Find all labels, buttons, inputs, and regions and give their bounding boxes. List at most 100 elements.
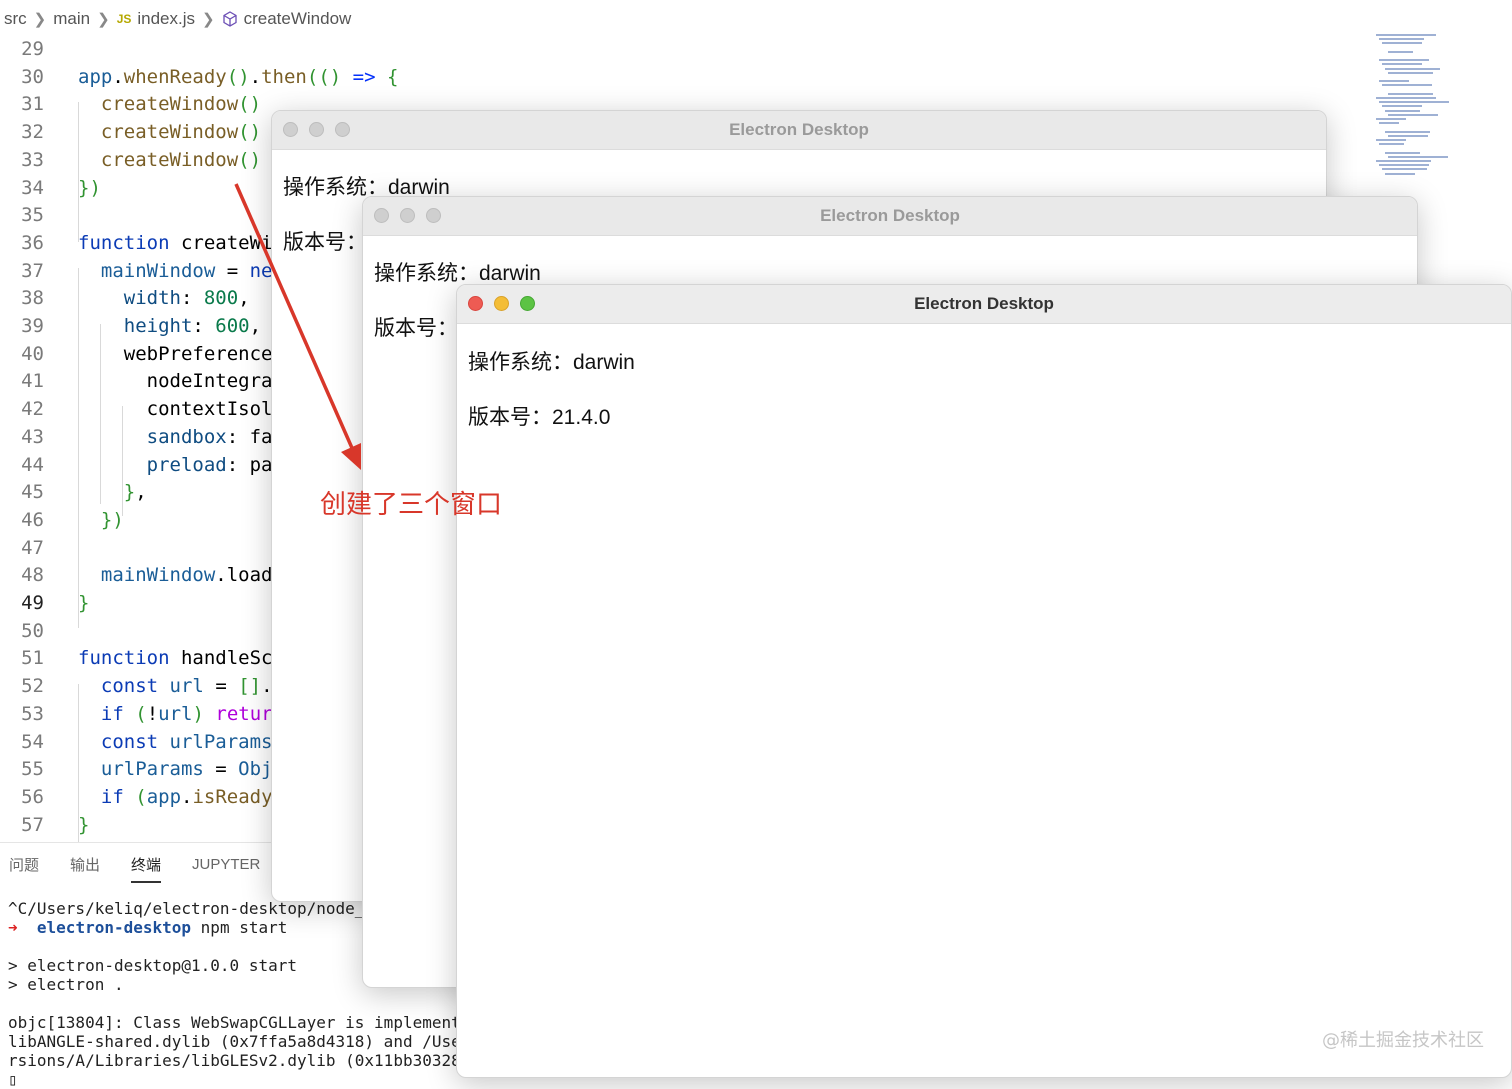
code-text: height: 600, [123,315,262,337]
minimap-line [1385,67,1440,70]
tab-problems[interactable]: 问题 [9,848,39,881]
code-text: if (app.isReady( [100,785,284,808]
minimap[interactable] [1376,34,1506,184]
line-number: 52 [21,675,44,698]
chevron-right-icon: ❯ [202,11,215,28]
minimap-line [1388,50,1413,53]
line-number: 38 [21,287,44,310]
line-number: 29 [21,38,44,60]
code-text: createWindow() [100,121,262,144]
minimap-line [1382,63,1422,66]
line-number: 39 [21,315,44,337]
chevron-right-icon: ❯ [33,11,47,28]
window-titlebar[interactable]: Electron Desktop [457,285,1511,324]
code-text: const url = [].c [100,675,284,698]
minimap-line [1382,42,1422,45]
line-number: 57 [21,813,44,836]
electron-window-3[interactable]: Electron Desktop 操作系统：darwin 版本号：21.4.0 [456,284,1512,1078]
terminal-line: libANGLE-shared.dylib (0x7ffa5a8d4318) a… [8,1032,481,1051]
code-text: } [78,592,90,614]
line-number: 34 [21,176,44,199]
code-text: sandbox: fal [146,425,284,448]
terminal-line: objc[13804]: Class WebSwapCGLLayer is im… [8,1013,481,1032]
window-title: Electron Desktop [914,294,1054,313]
window-titlebar[interactable]: Electron Desktop [363,197,1417,236]
minimap-line [1385,109,1420,112]
tab-terminal[interactable]: 终端 [131,848,162,883]
minimap-line [1385,130,1430,133]
tab-jupyter[interactable]: JUPYTER [192,850,260,879]
breadcrumb-symbol[interactable]: createWindow [244,9,352,29]
code-text: }, [123,481,147,504]
code-text: createWindow() [100,93,262,116]
line-number: 30 [21,65,44,88]
breadcrumb-file[interactable]: index.js [137,9,195,29]
minimap-line [1388,113,1438,116]
code-text: } [78,813,90,836]
line-number: 42 [21,398,44,421]
code-text: contextIsola [78,398,284,421]
minimap-line [1376,139,1406,141]
code-text: nodeIntegrat [78,370,284,393]
annotation-text: 创建了三个窗口 [320,490,503,520]
tab-output[interactable]: 输出 [70,848,100,881]
line-number: 56 [21,785,44,808]
prompt-directory: electron-desktop [36,918,192,937]
window-titlebar[interactable]: Electron Desktop [272,111,1326,150]
code-text: preload: pat [146,453,284,476]
window-title: Electron Desktop [820,206,960,225]
line-number: 51 [21,647,44,670]
code-text: if (!url) return [100,702,285,725]
code-text: function handleSch [78,647,284,670]
breadcrumb-main[interactable]: main [53,9,90,29]
terminal-cursor: ▯ [8,1070,18,1089]
window-title: Electron Desktop [729,120,869,139]
code-text: mainWindow = new [100,259,284,282]
code-text: width: 800, [123,287,250,310]
minimap-line [1385,172,1415,175]
terminal-line: > electron . [8,975,124,994]
os-label: 操作系统：darwin [468,351,635,374]
version-label: 版本号：21.4.0 [468,406,611,429]
line-number: 37 [21,259,44,282]
watermark: @稀土掘金技术社区 [1322,1030,1484,1051]
line-number: 48 [21,564,44,587]
minimap-line [1385,151,1420,154]
method-cube-icon [222,11,237,27]
code-text: mainWindow.loadF [100,564,284,587]
line-number: 53 [21,702,44,725]
minimap-line [1382,105,1422,108]
code-text: createWindow() [100,148,262,171]
line-number: 44 [21,453,44,476]
line-number: 49 [21,592,44,614]
minimap-line [1379,38,1424,41]
prompt-arrow-icon: ➜ [8,918,18,937]
breadcrumb: src ❯ main ❯ JS index.js ❯ createWindow [0,0,1512,38]
terminal-line: > electron-desktop@1.0.0 start [8,956,297,975]
minimap-line [1388,155,1448,158]
breadcrumb-src[interactable]: src [4,9,27,29]
indent-guide [78,102,79,242]
minimap-line [1379,164,1429,167]
code-text: }) [78,176,101,199]
line-number: 40 [21,342,44,365]
indent-guide [78,268,79,628]
line-number: 41 [21,370,44,393]
indent-guide [122,406,123,516]
indent-guide [100,324,101,504]
panel-tabs: 问题 输出 终端 JUPYTER [0,843,282,885]
minimap-line [1382,168,1427,171]
minimap-line [1379,143,1404,146]
code-text: urlParams = Obje [100,758,284,781]
line-number: 47 [21,536,44,559]
line-number: 50 [21,619,44,642]
line-number: 43 [21,425,44,448]
line-number: 33 [21,148,44,171]
code-text: app.whenReady().then(() => { [78,65,399,88]
js-file-icon: JS [116,12,132,26]
line-number: 32 [21,121,44,144]
minimap-line [1379,101,1449,104]
code-text: function createWi [78,231,273,254]
minimap-line [1379,122,1399,125]
minimap-line [1376,118,1406,120]
